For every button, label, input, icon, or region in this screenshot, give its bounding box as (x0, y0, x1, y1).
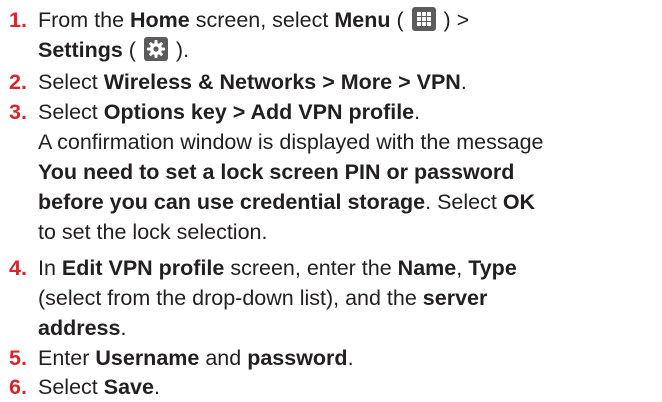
step-number: 3. (9, 100, 27, 124)
step-text: In Edit VPN profile screen, enter the Na… (38, 253, 517, 343)
step-text: Enter Username and password. (38, 343, 354, 373)
step-text: Select Wireless & Networks > More > VPN. (38, 67, 467, 97)
step-line: before you can use credential storage. S… (38, 190, 536, 214)
step-line: Settings ( ). (38, 37, 190, 62)
step-line: (select from the drop-down list), and th… (38, 286, 488, 310)
step-line: A confirmation window is displayed with … (38, 130, 544, 154)
step-line: Select Save. (38, 375, 160, 399)
step-line: From the Home screen, select Menu ( ) > (38, 7, 470, 32)
step-line: to set the lock selection. (38, 220, 268, 244)
step-number: 6. (9, 375, 27, 399)
step-number: 5. (9, 346, 27, 370)
step-line: Enter Username and password. (38, 346, 354, 370)
gear-icon (143, 37, 168, 61)
step-number: 1. (9, 8, 27, 32)
instructions-page: 1. From the Home screen, select Menu ( )… (0, 0, 662, 399)
step-text: Select Options key > Add VPN profile. A … (38, 97, 544, 247)
step-line: Select Wireless & Networks > More > VPN. (38, 70, 467, 94)
grid-menu-icon (411, 7, 436, 31)
step-text: Select Save. (38, 372, 160, 402)
step-text: From the Home screen, select Menu ( ) > … (38, 5, 469, 65)
step-line: In Edit VPN profile screen, enter the Na… (38, 256, 517, 280)
step-number: 2. (9, 70, 27, 94)
step-line: address. (38, 316, 127, 340)
step-line: Select Options key > Add VPN profile. (38, 100, 421, 124)
step-line: You need to set a lock screen PIN or pas… (38, 160, 515, 184)
step-number: 4. (9, 256, 27, 280)
